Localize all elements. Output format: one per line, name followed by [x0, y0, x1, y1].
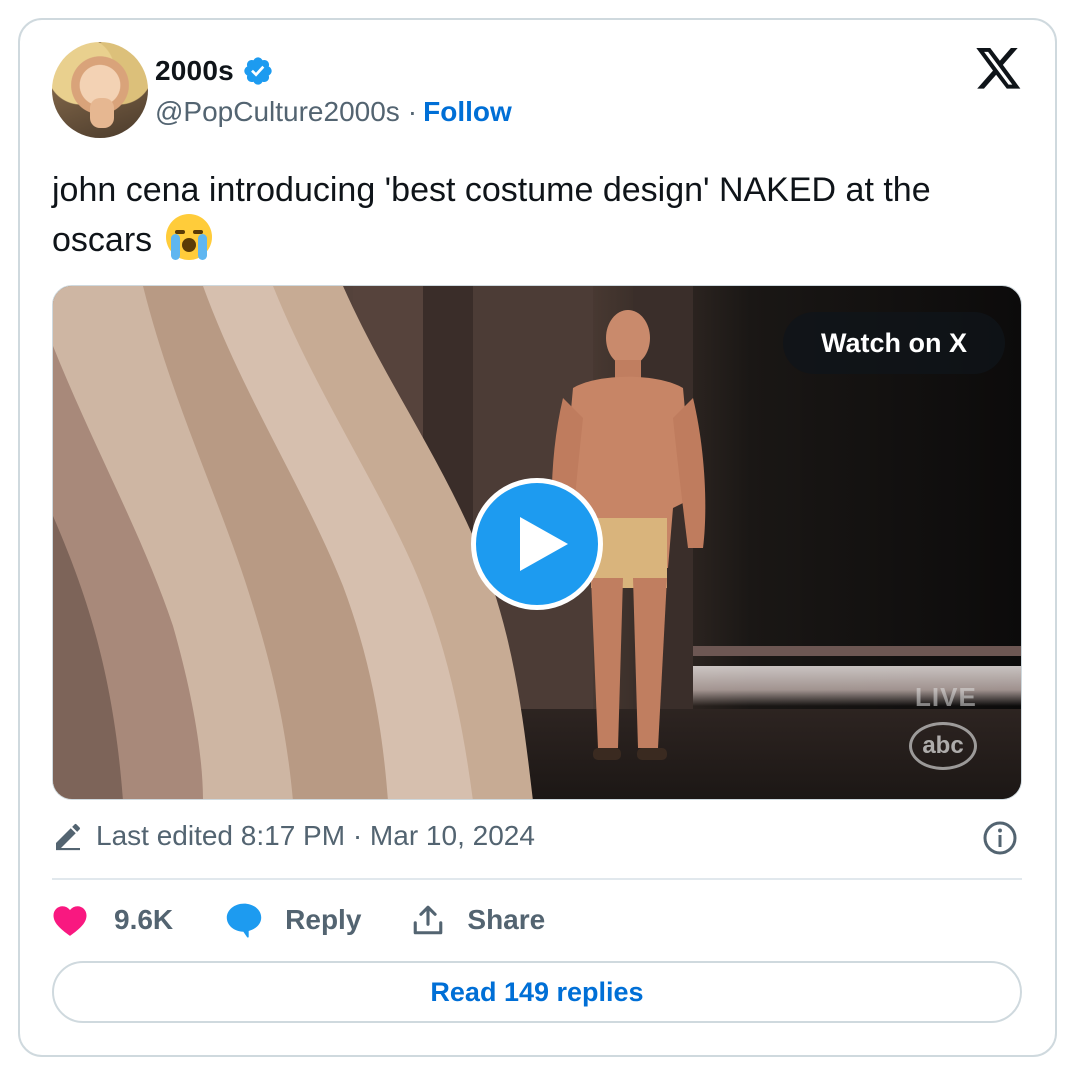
pencil-icon [56, 823, 81, 851]
edited-timestamp-row: Last edited 8:17 PM · Mar 10, 2024 [52, 820, 535, 852]
reply-button[interactable]: Reply [225, 902, 361, 938]
avatar[interactable] [52, 42, 148, 138]
verified-badge-icon [244, 57, 272, 85]
author-handle-row: @PopCulture2000s · Follow [155, 96, 512, 128]
display-name[interactable]: 2000s [155, 55, 234, 87]
play-button[interactable] [471, 478, 603, 610]
play-icon [520, 517, 568, 571]
watch-on-x-button[interactable]: Watch on X [783, 312, 1005, 374]
author-name-row: 2000s [155, 55, 274, 87]
like-count: 9.6K [114, 904, 174, 935]
loudly-crying-face-icon [165, 214, 212, 260]
like-button[interactable]: 9.6K [52, 903, 173, 937]
share-button[interactable]: Share [411, 903, 545, 937]
tweet-text: john cena introducing 'best costume desi… [52, 166, 1022, 264]
share-upload-icon [414, 905, 443, 935]
live-watermark: LIVE [915, 682, 977, 712]
read-replies-button[interactable]: Read 149 replies [52, 961, 1022, 1023]
abc-logo: abc [909, 722, 977, 770]
reply-label: Reply [285, 904, 362, 935]
divider [52, 878, 1022, 880]
edited-timestamp[interactable]: Last edited 8:17 PM · Mar 10, 2024 [96, 820, 535, 852]
stage-sculpture [53, 286, 533, 799]
x-logo-icon[interactable] [976, 48, 1022, 90]
action-bar: 9.6K Reply Share [52, 898, 545, 942]
follow-button[interactable]: Follow [423, 96, 512, 128]
heart-icon [53, 906, 87, 936]
video-player[interactable]: LIVE abc Watch on X [52, 285, 1022, 800]
share-label: Share [467, 904, 546, 935]
author-handle[interactable]: @PopCulture2000s [155, 96, 400, 128]
handle-separator: · [407, 96, 418, 127]
reply-bubble-icon [226, 903, 262, 938]
info-icon[interactable] [982, 820, 1018, 856]
